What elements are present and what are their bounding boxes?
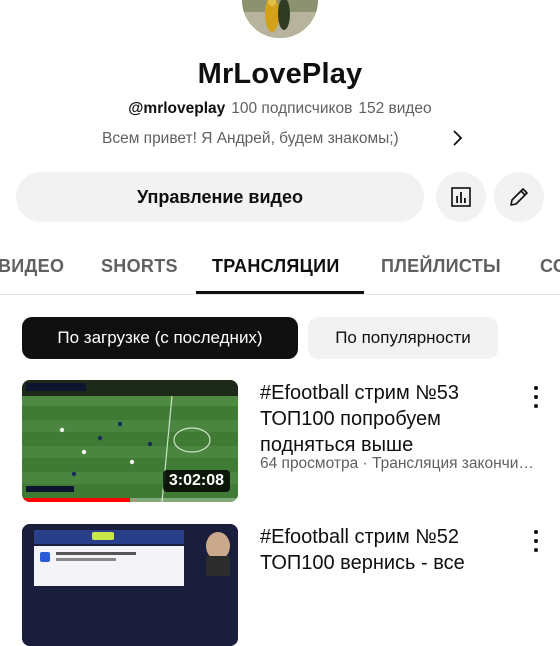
active-tab-indicator — [196, 291, 364, 294]
bar-chart-icon — [451, 187, 471, 207]
channel-handle: @mrloveplay — [128, 100, 226, 117]
subscriber-count: 100 подписчиков — [231, 100, 353, 117]
video-title[interactable]: #Efootball стрим №52 ТОП100 вернись - вс… — [260, 524, 530, 576]
sort-chip-popular[interactable]: По популярности — [308, 317, 498, 359]
sort-chip-latest[interactable]: По загрузке (с последних) — [22, 317, 298, 359]
video-title[interactable]: #Efootball стрим №53 ТОП100 попробуем по… — [260, 380, 530, 458]
video-thumbnail[interactable]: 3:02:08 — [22, 380, 238, 502]
channel-tabs: ВИДЕО SHORTS ТРАНСЛЯЦИИ ПЛЕЙЛИСТЫ СО — [0, 240, 560, 295]
manage-videos-button[interactable]: Управление видео — [16, 172, 424, 222]
tab-community[interactable]: СО — [540, 256, 560, 277]
tab-videos[interactable]: ВИДЕО — [0, 256, 64, 277]
channel-meta: @mrloveplay 100 подписчиков 152 видео — [0, 100, 560, 118]
channel-avatar[interactable] — [242, 0, 318, 38]
tab-shorts[interactable]: SHORTS — [101, 256, 178, 277]
video-thumbnail[interactable] — [22, 524, 238, 646]
tab-playlists[interactable]: ПЛЕЙЛИСТЫ — [381, 256, 501, 277]
edit-channel-button[interactable] — [494, 172, 544, 222]
channel-name: MrLovePlay — [197, 58, 363, 90]
channel-description: Всем привет! Я Андрей, будем знакомы;) — [102, 130, 399, 147]
more-options-icon[interactable] — [530, 530, 542, 552]
pencil-icon — [510, 188, 528, 206]
more-options-icon[interactable] — [530, 386, 542, 408]
chevron-right-icon[interactable] — [448, 129, 466, 147]
avatar-image — [242, 0, 318, 38]
watch-progress-bar — [22, 498, 130, 502]
analytics-button[interactable] — [436, 172, 486, 222]
video-duration: 3:02:08 — [162, 470, 230, 492]
video-count: 152 видео — [358, 100, 432, 117]
thumbnail-image — [22, 524, 238, 646]
video-meta: 64 просмотра · Трансляция закончилась — [260, 455, 535, 472]
tab-live[interactable]: ТРАНСЛЯЦИИ — [212, 256, 340, 277]
